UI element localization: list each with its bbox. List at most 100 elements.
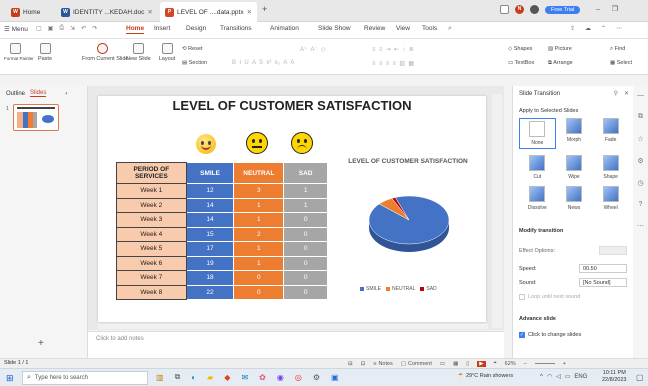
undo-icon[interactable]: ↶ — [81, 25, 86, 32]
close-tab-icon[interactable]: ✕ — [147, 8, 152, 16]
wps-taskbar-icon[interactable]: ✿ — [259, 373, 266, 382]
layout-button[interactable]: Layout — [154, 43, 180, 62]
open-file-icon[interactable]: ▢ — [36, 25, 42, 32]
zoom-in-icon[interactable]: + — [563, 361, 566, 367]
history-icon[interactable]: ◷ — [637, 179, 643, 187]
section-button[interactable]: ▤ Section — [182, 60, 207, 66]
comment-button[interactable]: ▢ Comment — [401, 361, 432, 367]
pin-icon[interactable]: ⚲ — [614, 90, 618, 97]
slide[interactable]: LEVEL OF CUSTOMER SATISFACTION PERIOD OF… — [98, 96, 486, 322]
close-panel-icon[interactable]: ✕ — [624, 90, 629, 97]
transition-none[interactable]: None — [519, 118, 556, 149]
zoom-app-icon[interactable]: ▣ — [331, 373, 339, 382]
select-button[interactable]: ▦ Select — [610, 60, 632, 66]
play-slideshow-icon[interactable]: ▶ — [477, 360, 486, 367]
effect-options-dropdown[interactable] — [599, 246, 627, 255]
tab-presentation[interactable]: P LEVEL OF ....data.pptx ✕ — [160, 2, 258, 22]
horizontal-scrollbar[interactable] — [98, 324, 488, 329]
zoom-slider[interactable] — [534, 363, 555, 364]
textbox-button[interactable]: ▭ TextBox — [508, 60, 534, 66]
tray-chevron-icon[interactable]: ^ — [540, 374, 543, 380]
zoom-out-icon[interactable]: – — [524, 361, 527, 367]
chrome-icon[interactable]: ◎ — [295, 373, 302, 382]
free-trial-button[interactable]: Free Trial — [545, 5, 581, 14]
settings-icon[interactable]: ⚙ — [637, 157, 643, 165]
tab-document[interactable]: W IDENTITY ...KEDAH.doc ✕ — [56, 2, 158, 22]
close-tab-icon[interactable]: ✕ — [247, 8, 252, 16]
minimize-icon[interactable]: – — [596, 6, 600, 13]
new-slide-button[interactable]: New Slide — [126, 43, 151, 62]
edge-icon[interactable]: ◐ — [191, 373, 196, 382]
protect-icon[interactable]: ⊟ — [348, 361, 353, 367]
normal-view-icon[interactable]: ▭ — [440, 361, 445, 367]
more-icon[interactable]: ⋯ — [637, 222, 644, 230]
wifi-icon[interactable]: ◠ — [547, 373, 552, 380]
weather-widget[interactable]: ☂ 29°C Rain showers — [458, 373, 513, 379]
volume-icon[interactable]: ◁ — [556, 373, 561, 380]
search-icon[interactable]: ⌕ — [448, 25, 452, 33]
picture-button[interactable]: ▨ Picture — [548, 46, 572, 52]
help-icon[interactable]: ? — [639, 201, 643, 208]
mail-icon[interactable]: ✉ — [241, 373, 248, 382]
clock[interactable]: 10:11 PM 22/8/2023 — [602, 370, 626, 384]
menu-tools[interactable]: Tools — [422, 25, 437, 32]
avatar[interactable]: N — [515, 5, 524, 14]
print-icon[interactable]: ⎙ — [59, 25, 64, 32]
minus-icon[interactable]: — — [637, 92, 644, 99]
transition-shape[interactable]: Shape — [592, 155, 629, 180]
more-icon[interactable]: ⋯ — [616, 25, 622, 32]
notes-button[interactable]: ≡ Notes — [373, 361, 393, 367]
find-button[interactable]: ⌕ Find — [610, 46, 625, 53]
paste-button[interactable]: Paste — [32, 43, 58, 62]
shapes-button[interactable]: ◇ Shapes — [508, 46, 532, 52]
from-current-slide-button[interactable]: From Current Slide — [82, 43, 128, 62]
arrange-button[interactable]: ⧉ Arrange — [548, 60, 573, 67]
user-icon[interactable] — [530, 5, 539, 14]
collapse-panel-icon[interactable]: ‹ — [65, 91, 67, 97]
speed-input[interactable]: 00.50 — [579, 264, 627, 273]
fit-icon[interactable]: ⌖ — [494, 360, 497, 367]
main-menu-button[interactable]: ☰ Menu — [4, 25, 28, 33]
outline-tab[interactable]: Outline — [6, 91, 25, 97]
add-slide-icon[interactable]: + — [38, 338, 44, 349]
transition-news[interactable]: News — [556, 186, 593, 211]
transition-cut[interactable]: Cut — [519, 155, 556, 180]
share-icon[interactable]: ⇪ — [570, 25, 575, 32]
window-layout-icon[interactable] — [500, 5, 509, 14]
star-icon[interactable]: ☆ — [637, 135, 643, 143]
transition-fade[interactable]: Fade — [592, 118, 629, 149]
transition-wipe[interactable]: Wipe — [556, 155, 593, 180]
notes-area[interactable]: Click to add notes — [88, 331, 504, 358]
task-view-icon[interactable]: ⧉ — [175, 372, 181, 382]
transition-wheel[interactable]: Wheel — [592, 186, 629, 211]
transition-dissolve[interactable]: Dissolve — [519, 186, 556, 211]
transition-morph[interactable]: Morph — [556, 118, 593, 149]
slides-tab[interactable]: Slides — [30, 90, 47, 97]
menu-design[interactable]: Design — [186, 25, 206, 32]
office-icon[interactable]: ◆ — [224, 373, 230, 382]
menu-view[interactable]: View — [396, 25, 410, 32]
battery-icon[interactable]: ▭ — [565, 373, 571, 380]
menu-animation[interactable]: Animation — [270, 25, 299, 32]
file-explorer-icon[interactable]: ▰ — [207, 373, 213, 382]
reset-button[interactable]: ⟲ Reset — [182, 46, 203, 52]
reading-view-icon[interactable]: ▯ — [466, 361, 469, 367]
menu-home[interactable]: Home — [126, 25, 145, 34]
slide-thumbnail[interactable] — [13, 104, 59, 131]
click-to-change-checkbox[interactable]: ✓ Click to change slides — [519, 332, 581, 338]
collapse-ribbon-icon[interactable]: ⌃ — [601, 25, 606, 32]
app-icon[interactable]: ◉ — [277, 373, 284, 382]
menu-insert[interactable]: Insert — [154, 25, 170, 32]
cloud-icon[interactable]: ☁ — [585, 25, 591, 32]
zoom-level[interactable]: 62% — [505, 361, 516, 367]
menu-slide-show[interactable]: Slide Show — [318, 25, 351, 32]
export-icon[interactable]: ⇲ — [70, 25, 75, 32]
transition-tool-icon[interactable]: ⧉ — [638, 113, 643, 121]
hide-icon[interactable]: ⊡ — [361, 361, 366, 367]
menu-review[interactable]: Review — [364, 25, 385, 32]
taskbar-search[interactable]: ⌕ Type here to search — [22, 371, 148, 385]
settings-icon[interactable]: ⚙ — [313, 373, 320, 382]
menu-transitions[interactable]: Transitions — [220, 25, 252, 32]
sound-dropdown[interactable]: [No Sound] — [579, 278, 627, 287]
loop-checkbox[interactable]: Loop until next sound — [519, 294, 580, 300]
